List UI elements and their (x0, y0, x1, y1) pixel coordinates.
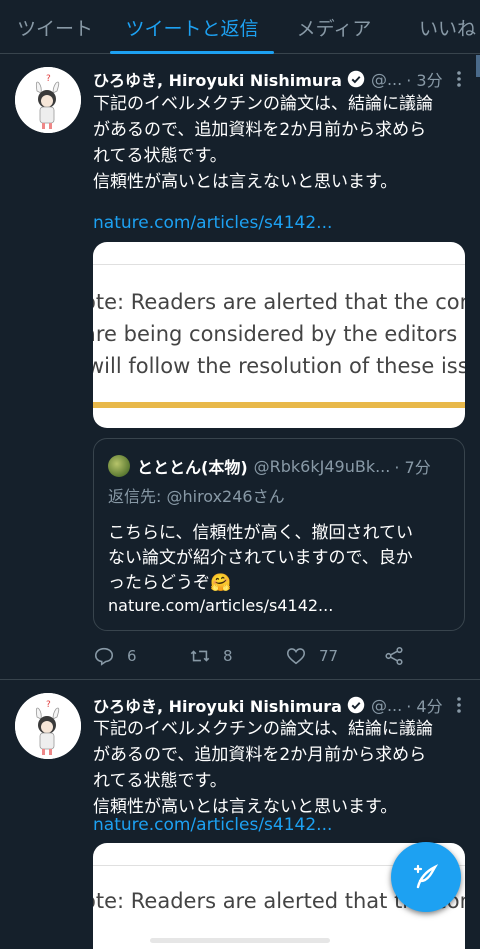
card-image-text: ote: Readers are alerted that the conc a… (93, 286, 465, 382)
quoted-tweet-link: nature.com/articles/s4142... (108, 596, 334, 615)
share-button[interactable] (383, 643, 405, 669)
quoted-author-handle: @Rbk6kJ49uBk... (253, 456, 391, 476)
retweet-button[interactable]: 8 (189, 643, 233, 669)
tweet-time[interactable]: · 3分 (406, 67, 442, 91)
tab-tweets-and-replies[interactable]: ツイートと返信 (110, 0, 274, 54)
card-line: will follow the resolution of these iss (93, 354, 465, 378)
tweet-actions: 6 8 77 (93, 643, 468, 669)
tweet[interactable]: ? ひろゆき, Hiroyuki Nishimura @... · 3分 下記の… (0, 55, 480, 680)
profile-tabs: ツイート ツイートと返信 メディア いいね (0, 0, 480, 54)
compose-tweet-button[interactable] (391, 842, 461, 912)
tweet-text: 下記のイベルメクチンの論文は、結論に議論 があるので、追加資料を2か月前から求め… (93, 719, 433, 817)
compose-tweet-icon (413, 864, 439, 889)
heart-icon (286, 648, 306, 665)
author-name[interactable]: ひろゆき, Hiroyuki Nishimura (93, 693, 342, 717)
card-accent-bar (93, 402, 465, 408)
card-line: are being considered by the editors a (93, 322, 465, 346)
tweet-text: 下記のイベルメクチンの論文は、結論に議論 があるので、追加資料を2か月前から求め… (93, 94, 433, 192)
tweet-link[interactable]: nature.com/articles/s4142... (93, 812, 332, 838)
avatar-illustration: ? (15, 693, 81, 759)
retweet-icon (190, 650, 210, 662)
avatar-illustration: ? (15, 67, 81, 133)
verified-badge-icon (347, 70, 365, 88)
reply-count: 6 (127, 647, 137, 665)
reply-to-label: 返信先: @hirox246さん (108, 487, 285, 506)
svg-text:?: ? (46, 74, 51, 84)
author-name[interactable]: ひろゆき, Hiroyuki Nishimura (93, 67, 342, 91)
quoted-avatar (108, 455, 130, 477)
retweet-count: 8 (223, 647, 233, 665)
reply-button[interactable]: 6 (93, 643, 137, 669)
reply-icon (94, 647, 114, 666)
quoted-tweet[interactable]: とととん(本物) @Rbk6kJ49uBk... · 7分 返信先: @hiro… (93, 438, 465, 631)
tweet-header: ひろゆき, Hiroyuki Nishimura @... · 3分 (93, 67, 468, 91)
quoted-tweet-time: · 7分 (394, 458, 431, 477)
like-button[interactable]: 77 (285, 643, 338, 669)
tweet[interactable]: ? ひろゆき, Hiroyuki Nishimura @... · 4分 下記の… (0, 681, 480, 949)
quoted-tweet-header: とととん(本物) @Rbk6kJ49uBk... · 7分 (108, 455, 453, 477)
link-preview-card[interactable]: ote: Readers are alerted that the conc a… (93, 242, 465, 428)
card-divider (93, 264, 465, 265)
tab-media[interactable]: メディア (274, 0, 394, 54)
tweet-time[interactable]: · 4分 (406, 693, 442, 717)
svg-text:?: ? (46, 700, 51, 710)
tab-tweets[interactable]: ツイート (0, 0, 110, 54)
author-handle[interactable]: @... (371, 696, 402, 715)
more-vertical-icon[interactable] (456, 695, 462, 715)
more-vertical-icon[interactable] (456, 69, 462, 89)
card-line: ote: Readers are alerted that the conc (93, 290, 465, 314)
quoted-author-name: とととん(本物) (137, 458, 248, 477)
share-icon (385, 646, 403, 666)
avatar[interactable]: ? (15, 693, 81, 759)
verified-badge-icon (347, 696, 365, 714)
tweet-link[interactable]: nature.com/articles/s4142... (93, 210, 332, 236)
tab-likes[interactable]: いいね (394, 0, 480, 54)
avatar[interactable]: ? (15, 67, 81, 133)
quoted-tweet-text: こちらに、信頼性が高く、撤回されてい ない論文が紹介されていますので、良か った… (108, 523, 413, 593)
tweet-header: ひろゆき, Hiroyuki Nishimura @... · 4分 (93, 693, 468, 717)
home-indicator[interactable] (150, 938, 330, 943)
like-count: 77 (319, 647, 339, 665)
author-handle[interactable]: @... (371, 70, 402, 89)
